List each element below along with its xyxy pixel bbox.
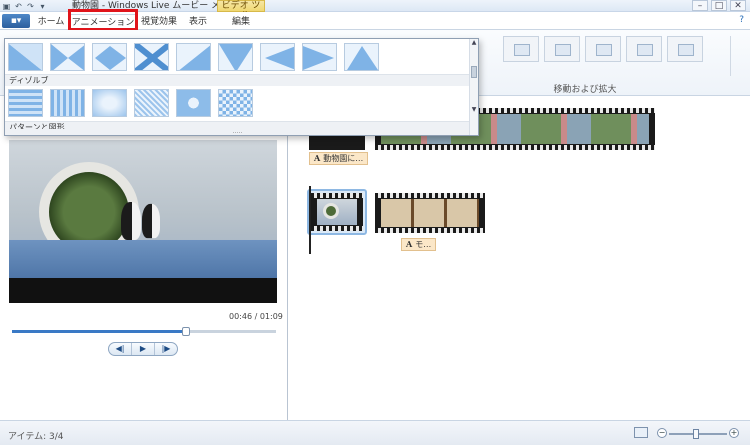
maximize-button[interactable]: □ bbox=[711, 0, 727, 11]
help-icon[interactable]: ? bbox=[739, 15, 744, 25]
transition-thumb[interactable] bbox=[8, 43, 43, 71]
seek-progress bbox=[12, 330, 187, 333]
tab-edit[interactable]: 編集 bbox=[220, 14, 262, 30]
preview-pane: 00:46 / 01:09 ◀| ▶ |▶ bbox=[0, 96, 288, 420]
tab-home[interactable]: ホーム bbox=[34, 14, 68, 30]
caption-text: モ… bbox=[415, 240, 432, 249]
transition-thumb[interactable] bbox=[176, 89, 211, 117]
quick-access-toolbar: ▣ ↶ ↷ ▾ bbox=[2, 0, 47, 12]
transition-thumb[interactable] bbox=[134, 89, 169, 117]
pan-zoom-effect-3[interactable] bbox=[585, 36, 621, 62]
minimize-button[interactable]: – bbox=[692, 0, 708, 11]
text-icon: A bbox=[314, 153, 321, 163]
penguin-thumb bbox=[317, 199, 357, 225]
film-perforation bbox=[311, 193, 363, 198]
playhead-cursor[interactable] bbox=[309, 186, 311, 254]
animal-frames bbox=[381, 199, 479, 227]
pan-zoom-effect-5[interactable] bbox=[667, 36, 703, 62]
clip-animal[interactable] bbox=[375, 193, 485, 233]
window-controls: – □ ✕ bbox=[692, 0, 746, 11]
video-tools-contextual-tab: ビデオ ツール bbox=[217, 0, 265, 21]
transition-thumb[interactable] bbox=[218, 43, 253, 71]
transitions-row-1 bbox=[8, 43, 379, 71]
next-frame-icon[interactable]: |▶ bbox=[155, 343, 177, 355]
transition-thumb[interactable] bbox=[302, 43, 337, 71]
film-perforation bbox=[311, 226, 363, 231]
storyboard: A 動物園に… A モ… bbox=[289, 96, 750, 420]
caption-clip-1[interactable]: A 動物園に… bbox=[309, 152, 369, 165]
transition-thumb[interactable] bbox=[218, 89, 253, 117]
transition-thumb[interactable] bbox=[50, 43, 85, 71]
play-icon[interactable]: ▶ bbox=[132, 343, 155, 355]
gallery-resize-grip[interactable]: ..... bbox=[5, 129, 470, 135]
transitions-row-2 bbox=[8, 89, 253, 117]
pan-zoom-effect-4[interactable] bbox=[626, 36, 662, 62]
clip-penguin[interactable] bbox=[311, 193, 363, 231]
transition-thumb[interactable] bbox=[134, 43, 169, 71]
arch-thumb bbox=[323, 203, 339, 219]
tab-visual-effects[interactable]: 視覚効果 bbox=[138, 14, 180, 30]
transition-thumb[interactable] bbox=[92, 43, 127, 71]
save-icon[interactable]: ▣ bbox=[2, 2, 11, 11]
transition-thumb[interactable] bbox=[344, 43, 379, 71]
zoom-out-button[interactable]: − bbox=[657, 428, 667, 438]
pan-zoom-effect-2[interactable] bbox=[544, 36, 580, 62]
redo-icon[interactable]: ↷ bbox=[26, 2, 35, 11]
pool-ledge bbox=[9, 240, 277, 278]
penguin bbox=[121, 202, 141, 240]
transition-thumb[interactable] bbox=[92, 89, 127, 117]
undo-icon[interactable]: ↶ bbox=[14, 2, 23, 11]
customize-qat-icon[interactable]: ▾ bbox=[38, 2, 47, 11]
tab-view[interactable]: 表示 bbox=[182, 14, 214, 30]
playback-time: 00:46 / 01:09 bbox=[229, 312, 283, 321]
penguin-scene bbox=[9, 140, 277, 278]
pan-zoom-effect-1[interactable] bbox=[503, 36, 539, 62]
video-preview bbox=[9, 140, 277, 303]
caption-text: 動物園に… bbox=[323, 154, 364, 163]
zoom-in-button[interactable]: + bbox=[729, 428, 739, 438]
transitions-gallery: ディゾルブ パターンと図形 ..... ▲ ▼ bbox=[4, 38, 479, 136]
transition-thumb[interactable] bbox=[176, 43, 211, 71]
pan-zoom-group-label: 移動および拡大 bbox=[553, 85, 617, 95]
scroll-thumb[interactable] bbox=[471, 66, 477, 78]
scroll-down-icon[interactable]: ▼ bbox=[470, 106, 478, 113]
status-bar: アイテム: 3/4 − + bbox=[0, 420, 750, 445]
aspect-ratio-icon[interactable] bbox=[634, 427, 648, 438]
application-menu-button[interactable]: ▪▾ bbox=[2, 14, 30, 28]
scroll-up-icon[interactable]: ▲ bbox=[470, 39, 478, 46]
section-dissolve: ディゾルブ bbox=[5, 74, 470, 86]
film-perforation bbox=[375, 228, 485, 233]
zoom-thumb[interactable] bbox=[693, 429, 699, 439]
seek-bar[interactable] bbox=[12, 327, 276, 336]
previous-frame-icon[interactable]: ◀| bbox=[109, 343, 132, 355]
transition-thumb[interactable] bbox=[260, 43, 295, 71]
transport-controls: ◀| ▶ |▶ bbox=[108, 342, 178, 356]
transition-thumb[interactable] bbox=[50, 89, 85, 117]
item-count: アイテム: 3/4 bbox=[8, 432, 64, 442]
seek-thumb[interactable] bbox=[182, 327, 191, 336]
gallery-scrollbar[interactable]: ▲ ▼ bbox=[469, 39, 478, 135]
text-icon: A bbox=[406, 239, 413, 249]
transition-thumb[interactable] bbox=[8, 89, 43, 117]
film-perforation bbox=[375, 145, 655, 150]
ribbon-gallery-scroll[interactable] bbox=[730, 36, 740, 76]
caption-clip-2[interactable]: A モ… bbox=[401, 238, 437, 251]
zoom-slider[interactable]: − + bbox=[657, 428, 741, 440]
penguin bbox=[142, 203, 160, 239]
highlight-box bbox=[68, 9, 138, 31]
film-perforation bbox=[375, 193, 485, 198]
close-button[interactable]: ✕ bbox=[730, 0, 746, 11]
